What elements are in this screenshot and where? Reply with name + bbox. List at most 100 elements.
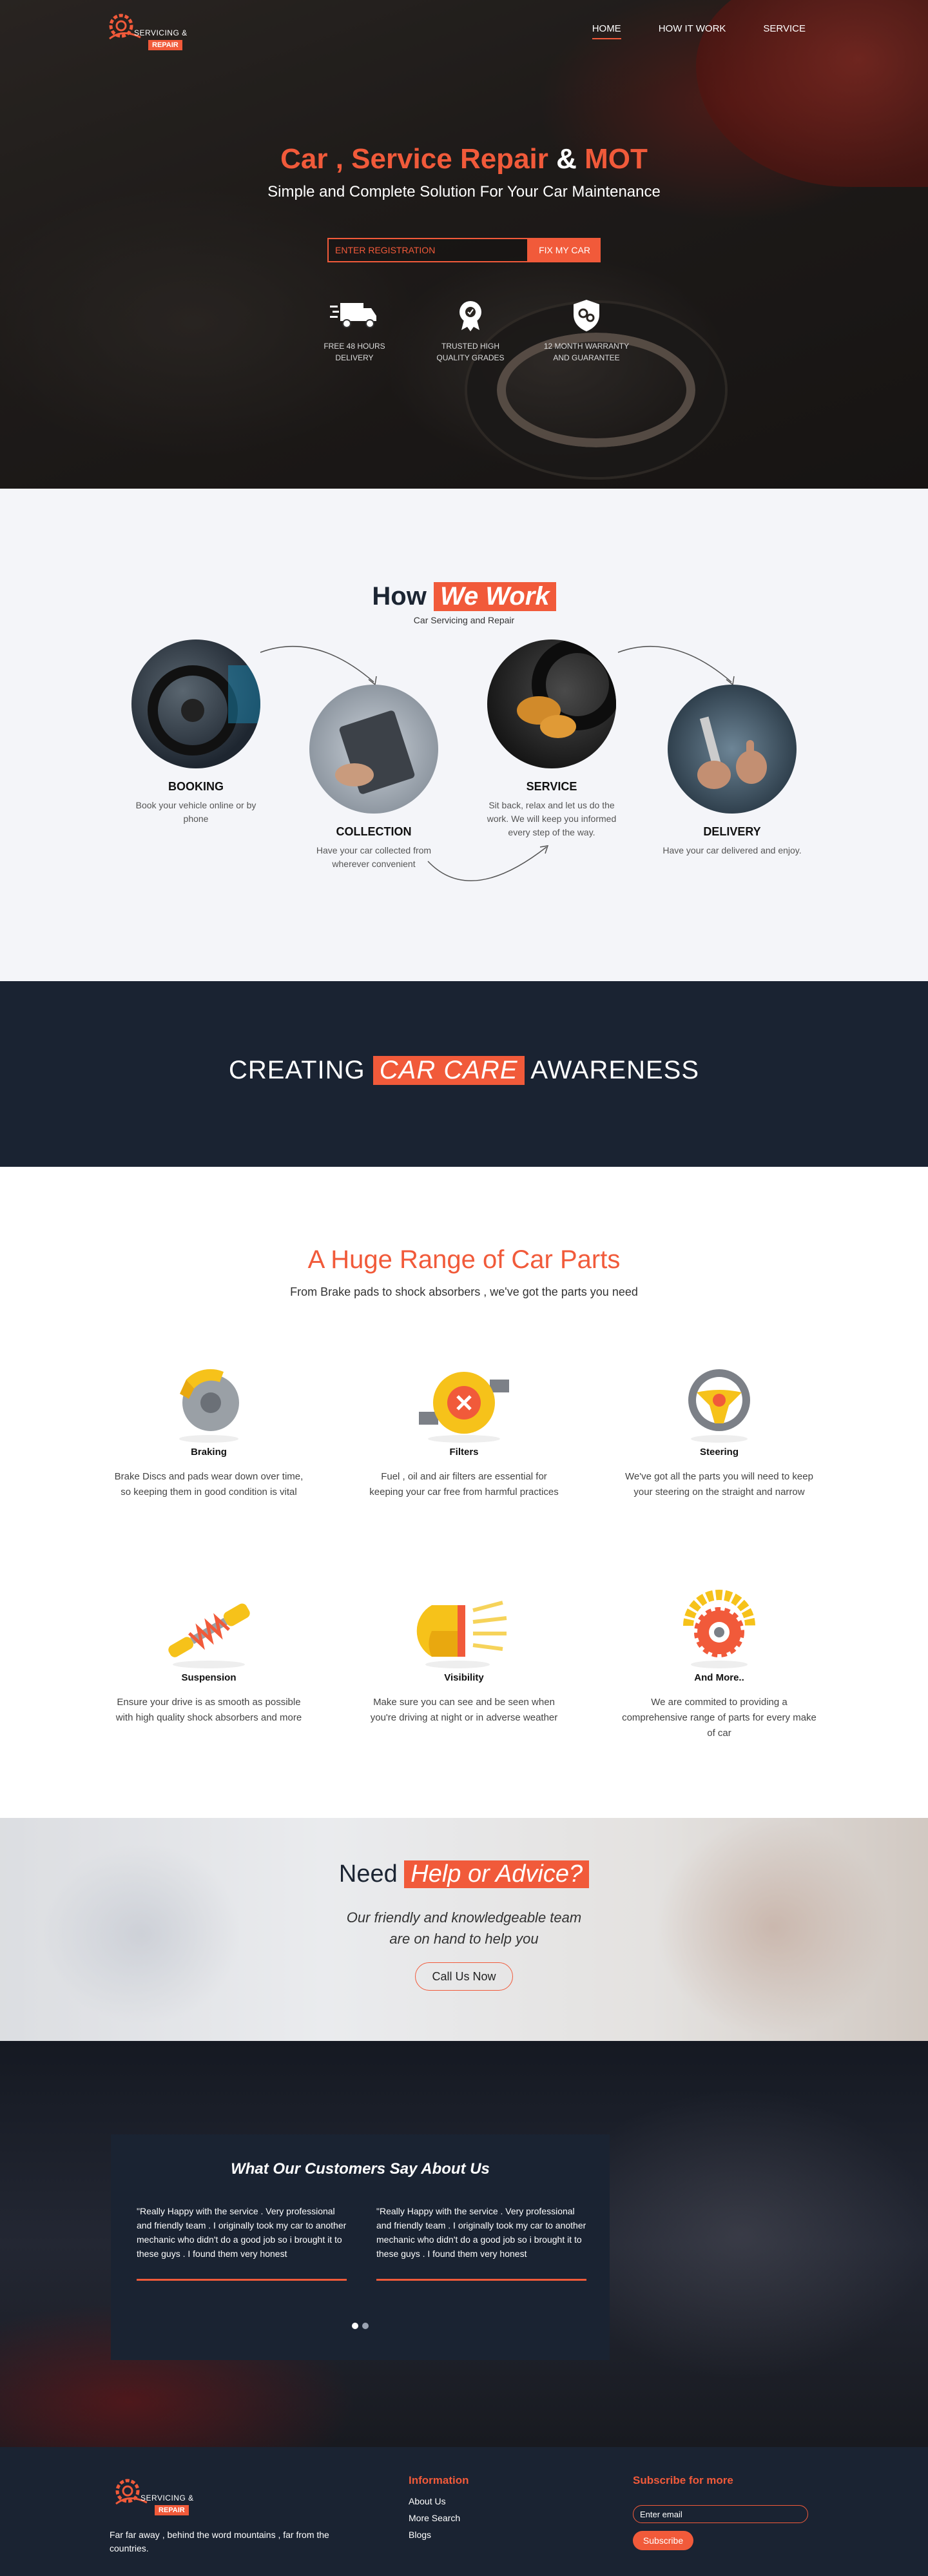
help-line-1: Our friendly and knowledgeable team bbox=[346, 1909, 582, 1926]
step-delivery-title: DELIVERY bbox=[703, 825, 761, 838]
step-collection-text: Have your car collected from wherever co… bbox=[316, 845, 432, 869]
hero-title-part2: MOT bbox=[585, 143, 648, 175]
parts-title: A Huge Range of Car Parts bbox=[307, 1245, 621, 1274]
feature-quality-label: TRUSTED HIGH QUALITY GRADES bbox=[436, 342, 505, 362]
footer-subscribe-title: Subscribe for more bbox=[633, 2474, 733, 2486]
part-visibility: Visibility Make sure you can see and be … bbox=[361, 1579, 567, 1726]
footer-links: About Us More Search Blogs bbox=[409, 2496, 460, 2546]
step-delivery-text: Have your car delivered and enjoy. bbox=[662, 845, 802, 855]
air-filter-icon bbox=[419, 1372, 509, 1443]
help-title-tag: Help or Advice? bbox=[404, 1860, 590, 1888]
booking-image bbox=[131, 639, 260, 768]
step-booking-text: Book your vehicle online or by phone bbox=[135, 800, 256, 824]
part-filters-text: Fuel , oil and air filters are essential… bbox=[369, 1471, 559, 1498]
help-section: Need Help or Advice? Our friendly and kn… bbox=[0, 1818, 928, 2041]
steering-wheel-icon bbox=[688, 1369, 750, 1443]
step-delivery: DELIVERY Have your car delivered and enj… bbox=[648, 685, 816, 857]
part-steering: Steering We've got all the parts you wil… bbox=[616, 1354, 822, 1500]
feature-delivery: FREE 48 HOURS DELIVERY bbox=[309, 298, 400, 364]
hero-title-part1: Car , Service Repair bbox=[280, 143, 548, 175]
gear-icon bbox=[683, 1590, 755, 1668]
footer-logo[interactable]: SERVICING & REPAIR bbox=[110, 2474, 213, 2526]
footer-link-blogs[interactable]: Blogs bbox=[409, 2530, 460, 2540]
nav-home[interactable]: HOME bbox=[592, 23, 621, 39]
warranty-shield-icon bbox=[574, 300, 599, 331]
delivery-image bbox=[668, 685, 797, 814]
carousel-dot-active[interactable] bbox=[352, 2323, 358, 2329]
brake-disc-icon bbox=[179, 1369, 239, 1443]
nav-how-it-work[interactable]: HOW IT WORK bbox=[659, 23, 726, 39]
parts-subtitle: From Brake pads to shock absorbers , we'… bbox=[290, 1285, 638, 1298]
awareness-banner: CREATING CAR CARE AWARENESS bbox=[0, 981, 928, 1167]
main-nav: HOME HOW IT WORK SERVICE bbox=[592, 23, 806, 39]
subscribe-button[interactable]: Subscribe bbox=[633, 2531, 693, 2550]
part-steering-text: We've got all the parts you will need to… bbox=[625, 1471, 813, 1498]
step-collection-title: COLLECTION bbox=[336, 825, 412, 838]
footer-link-about[interactable]: About Us bbox=[409, 2496, 460, 2506]
steering-wheel-photo bbox=[148, 665, 260, 756]
step-booking-title: BOOKING bbox=[168, 780, 224, 793]
awareness-before: CREATING bbox=[228, 1056, 365, 1084]
testimonials-card: What Our Customers Say About Us "Really … bbox=[111, 2134, 610, 2360]
brand-logo[interactable]: SERVICING & REPAIR bbox=[103, 9, 206, 54]
footer-about: Far far away , behind the word mountains… bbox=[110, 2530, 329, 2553]
testimonials-title: What Our Customers Say About Us bbox=[231, 2160, 490, 2178]
how-title-tag: We Work bbox=[433, 582, 556, 611]
hero-section: SERVICING & REPAIR HOME HOW IT WORK SERV… bbox=[0, 0, 928, 489]
delivery-truck-icon bbox=[330, 303, 376, 328]
part-and-more-title: And More.. bbox=[694, 1672, 744, 1683]
help-message: Our friendly and knowledgeable team are … bbox=[0, 1907, 928, 1949]
how-we-work-subtitle: Car Servicing and Repair bbox=[413, 615, 515, 625]
part-and-more: And More.. We are commited to providing … bbox=[616, 1579, 822, 1741]
footer-info-title: Information bbox=[409, 2474, 469, 2486]
carousel-dot[interactable] bbox=[362, 2323, 369, 2329]
subscribe-email-input[interactable] bbox=[633, 2505, 808, 2523]
hero-subtitle: Simple and Complete Solution For Your Ca… bbox=[267, 183, 661, 200]
how-we-work-section: How We Work Car Servicing and Repair BOO… bbox=[0, 489, 928, 981]
registration-form: FIX MY CAR bbox=[327, 238, 601, 262]
hero-features: FREE 48 HOURS DELIVERY TRUSTED HIGH QUAL… bbox=[309, 298, 632, 364]
part-filters: Filters Fuel , oil and air filters are e… bbox=[361, 1354, 567, 1500]
feature-quality: TRUSTED HIGH QUALITY GRADES bbox=[425, 298, 516, 364]
shock-absorber-icon bbox=[168, 1603, 250, 1668]
footer-brand-badge: REPAIR bbox=[155, 2505, 189, 2515]
awareness-after: AWARENESS bbox=[530, 1056, 700, 1084]
part-visibility-text: Make sure you can see and be seen when y… bbox=[370, 1697, 558, 1723]
part-suspension-text: Ensure your drive is as smooth as possib… bbox=[115, 1697, 302, 1723]
registration-input[interactable] bbox=[327, 238, 528, 262]
step-service-text: Sit back, relax and let us do the work. … bbox=[487, 800, 617, 837]
feature-warranty-label: 12 MONTH WARRANTY AND GUARANTEE bbox=[543, 342, 630, 362]
fix-my-car-button[interactable]: FIX MY CAR bbox=[528, 238, 601, 262]
help-title: Need Help or Advice? bbox=[0, 1860, 928, 1888]
hero-title: Car , Service Repair & MOT bbox=[0, 143, 928, 175]
clipboard-photo bbox=[335, 710, 415, 794]
car-parts-section: A Huge Range of Car Parts From Brake pad… bbox=[0, 1167, 928, 1818]
service-image bbox=[487, 639, 616, 768]
footer: SERVICING & REPAIR Far far away , behind… bbox=[0, 2447, 928, 2576]
part-suspension-title: Suspension bbox=[181, 1672, 237, 1683]
step-service-title: SERVICE bbox=[526, 780, 577, 793]
awareness-tag: CAR CARE bbox=[372, 1056, 525, 1085]
footer-link-more-search[interactable]: More Search bbox=[409, 2513, 460, 2523]
part-braking: Braking Brake Discs and pads wear down o… bbox=[106, 1354, 312, 1500]
brand-badge: REPAIR bbox=[148, 40, 182, 50]
help-line-2: are on hand to help you bbox=[389, 1931, 539, 1947]
nav-service[interactable]: SERVICE bbox=[763, 23, 806, 39]
feature-delivery-label: FREE 48 HOURS DELIVERY bbox=[324, 342, 385, 362]
part-braking-title: Braking bbox=[191, 1447, 227, 1458]
step-service: SERVICE Sit back, relax and let us do th… bbox=[468, 639, 635, 839]
call-us-now-button[interactable]: Call Us Now bbox=[415, 1962, 513, 1991]
testimonials-section: What Our Customers Say About Us "Really … bbox=[0, 2041, 928, 2447]
brand-name: SERVICING & bbox=[134, 28, 188, 37]
thumbs-up-photo bbox=[697, 716, 767, 789]
testimonial-quote: "Really Happy with the service . Very pr… bbox=[376, 2204, 586, 2281]
how-we-work-title: How We Work bbox=[0, 582, 928, 611]
quality-award-icon bbox=[459, 301, 481, 331]
testimonial-quote: "Really Happy with the service . Very pr… bbox=[137, 2204, 347, 2281]
footer-brand-name: SERVICING & bbox=[140, 2493, 194, 2503]
part-suspension: Suspension Ensure your drive is as smoot… bbox=[106, 1579, 312, 1726]
headlight-icon bbox=[416, 1601, 507, 1668]
part-steering-title: Steering bbox=[699, 1447, 739, 1458]
how-title-plain: How bbox=[372, 582, 427, 610]
carousel-dots bbox=[111, 2323, 610, 2329]
